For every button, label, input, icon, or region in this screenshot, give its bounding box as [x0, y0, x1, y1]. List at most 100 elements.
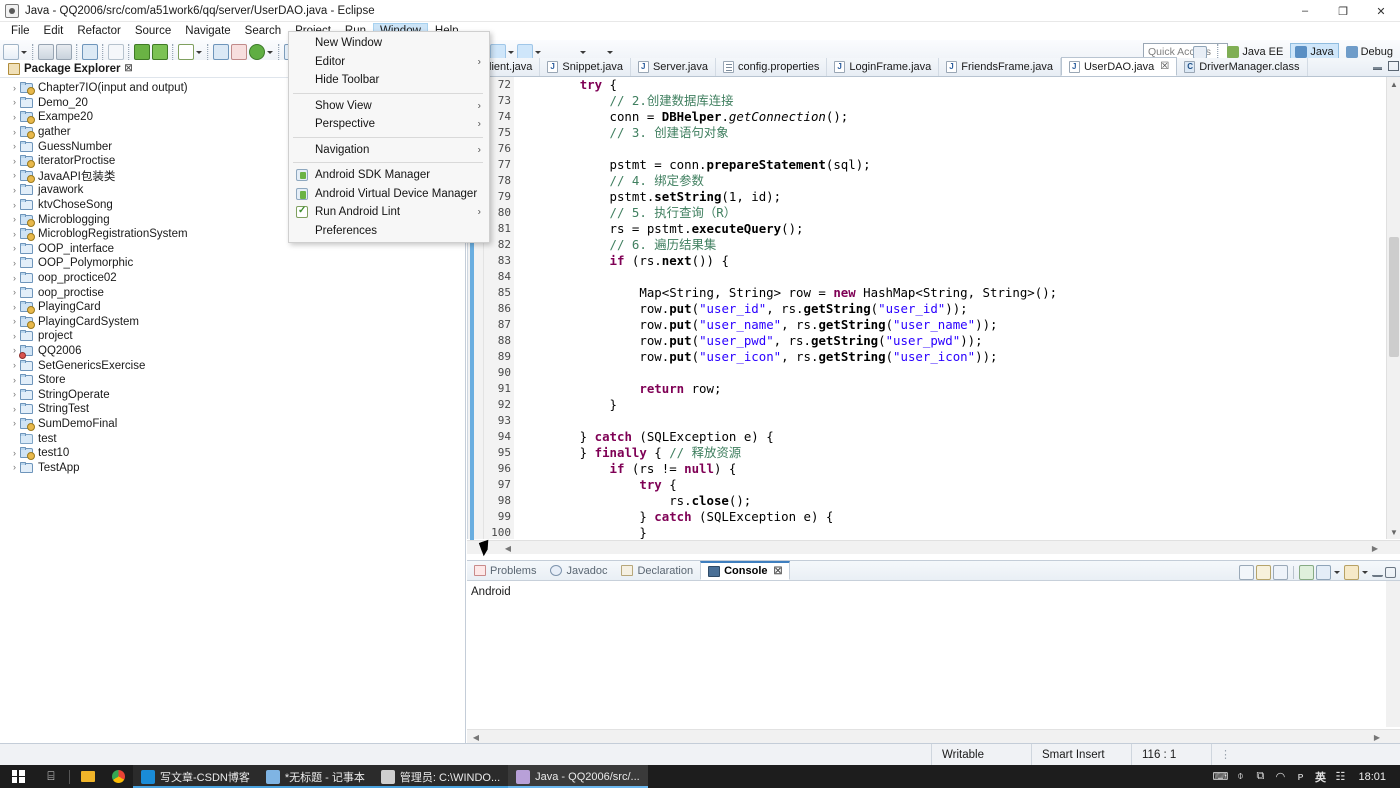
code-line[interactable]: row.put("user_name", rs.getString("user_… — [520, 317, 1386, 333]
console-scroll-right-icon[interactable]: ▶ — [1370, 730, 1384, 744]
code-line[interactable]: pstmt.setString(1, id); — [520, 189, 1386, 205]
tree-item[interactable]: ›QQ2006 — [0, 344, 465, 359]
editor-vertical-scrollbar[interactable]: ▲ ▼ — [1386, 77, 1400, 539]
expand-arrow-icon[interactable]: › — [9, 215, 20, 224]
code-line[interactable]: Map<String, String> row = new HashMap<St… — [520, 285, 1386, 301]
menu-edit[interactable]: Edit — [37, 23, 71, 39]
editor-tab[interactable]: Snippet.java — [540, 58, 631, 76]
clear-console-icon[interactable] — [1239, 565, 1254, 580]
expand-arrow-icon[interactable]: › — [9, 186, 20, 195]
code-line[interactable] — [520, 141, 1386, 157]
code-line[interactable]: row.put("user_id", rs.getString("user_id… — [520, 301, 1386, 317]
expand-arrow-icon[interactable]: › — [9, 419, 20, 428]
display-console-dropdown-icon[interactable] — [1333, 564, 1342, 580]
pin-console-icon[interactable] — [1299, 565, 1314, 580]
copy-icon[interactable]: ⧉ — [1250, 765, 1270, 788]
tree-item[interactable]: ›OOP_Polymorphic — [0, 256, 465, 271]
window-menu-dropdown[interactable]: New WindowEditor›Hide ToolbarShow View›P… — [288, 31, 490, 243]
scroll-right-icon[interactable]: ▶ — [1368, 541, 1382, 555]
code-line[interactable]: // 2.创建数据库连接 — [520, 93, 1386, 109]
tree-item[interactable]: ›SumDemoFinal — [0, 417, 465, 432]
code-line[interactable]: // 3. 创建语句对象 — [520, 125, 1386, 141]
expand-arrow-icon[interactable]: › — [9, 317, 20, 326]
save-icon[interactable] — [38, 44, 54, 60]
expand-arrow-icon[interactable]: › — [9, 303, 20, 312]
taskbar-clock[interactable]: 18:01 — [1350, 771, 1394, 783]
menu-item-android-sdk-manager[interactable]: Android SDK Manager — [289, 166, 489, 185]
tree-item[interactable]: ›SetGenericsExercise — [0, 358, 465, 373]
tree-item[interactable]: ›test10 — [0, 446, 465, 461]
minimize-editor-icon[interactable] — [1372, 60, 1383, 71]
tree-item[interactable]: ›TestApp — [0, 460, 465, 475]
tree-item[interactable]: ›oop_proctise — [0, 285, 465, 300]
menu-item-perspective[interactable]: Perspective› — [289, 115, 489, 134]
code-line[interactable]: // 4. 绑定参数 — [520, 173, 1386, 189]
tree-item[interactable]: ›PlayingCard — [0, 300, 465, 315]
close-console-tab-icon[interactable]: ☒ — [774, 566, 783, 577]
menu-navigate[interactable]: Navigate — [178, 23, 237, 39]
editor-tab[interactable]: UserDAO.java☒ — [1061, 57, 1177, 76]
maximize-editor-icon[interactable] — [1387, 60, 1398, 71]
taskbar-app[interactable]: Java - QQ2006/src/... — [508, 765, 648, 788]
editor-tab[interactable]: LoginFrame.java — [827, 58, 939, 76]
code-line[interactable]: rs.close(); — [520, 493, 1386, 509]
run-icon[interactable] — [249, 44, 265, 60]
expand-arrow-icon[interactable]: › — [9, 405, 20, 414]
maximize-button[interactable]: ❐ — [1324, 0, 1362, 22]
expand-arrow-icon[interactable]: › — [9, 201, 20, 210]
lock-scroll-icon[interactable] — [1256, 565, 1271, 580]
expand-arrow-icon[interactable]: › — [9, 157, 20, 166]
code-line[interactable]: return row; — [520, 381, 1386, 397]
expand-arrow-icon[interactable]: › — [9, 390, 20, 399]
close-tab-icon[interactable]: ☒ — [1160, 61, 1169, 72]
wifi-icon[interactable]: ◠ — [1270, 765, 1290, 788]
code-editor[interactable]: ›››› 72737475767778798081828384858687888… — [467, 77, 1400, 539]
expand-arrow-icon[interactable]: › — [9, 98, 20, 107]
scroll-left-icon[interactable]: ◀ — [501, 541, 515, 555]
expand-arrow-icon[interactable]: › — [9, 332, 20, 341]
code-line[interactable]: // 6. 遍历结果集 — [520, 237, 1386, 253]
code-line[interactable]: if (rs.next()) { — [520, 253, 1386, 269]
code-line[interactable]: conn = DBHelper.getConnection(); — [520, 109, 1386, 125]
expand-arrow-icon[interactable]: › — [9, 84, 20, 93]
maximize-console-icon[interactable] — [1385, 567, 1396, 578]
menu-item-preferences[interactable]: Preferences — [289, 222, 489, 241]
close-icon[interactable]: ☒ — [125, 63, 133, 74]
scroll-up-icon[interactable]: ▲ — [1387, 77, 1400, 91]
tree-item[interactable]: test — [0, 431, 465, 446]
console-scroll-left-icon[interactable]: ◀ — [469, 730, 483, 744]
code-line[interactable]: pstmt = conn.prepareStatement(sql); — [520, 157, 1386, 173]
expand-arrow-icon[interactable]: › — [9, 244, 20, 253]
minimize-console-icon[interactable] — [1372, 568, 1383, 577]
menu-file[interactable]: File — [4, 23, 37, 39]
volume-icon[interactable]: ᴘ — [1290, 765, 1310, 788]
minimize-button[interactable]: – — [1286, 0, 1324, 22]
code-line[interactable]: } — [520, 525, 1386, 539]
taskbar-app[interactable]: 管理员: C:\WINDO... — [373, 765, 508, 788]
toggle-markers-icon[interactable] — [108, 44, 124, 60]
cloud-icon[interactable]: ⌽ — [1230, 765, 1250, 788]
editor-tab[interactable]: FriendsFrame.java — [939, 58, 1061, 76]
code-line[interactable]: try { — [520, 477, 1386, 493]
lint-icon[interactable] — [178, 44, 194, 60]
menu-refactor[interactable]: Refactor — [70, 23, 127, 39]
code-line[interactable]: row.put("user_pwd", rs.getString("user_p… — [520, 333, 1386, 349]
menu-item-hide-toolbar[interactable]: Hide Toolbar — [289, 71, 489, 90]
tree-item[interactable]: ›StringTest — [0, 402, 465, 417]
code-text[interactable]: try { // 2.创建数据库连接 conn = DBHelper.getCo… — [520, 77, 1386, 539]
tree-item[interactable]: ›Store — [0, 373, 465, 388]
expand-arrow-icon[interactable]: › — [9, 142, 20, 151]
tree-item[interactable]: ›OOP_interface — [0, 242, 465, 257]
menu-item-navigation[interactable]: Navigation› — [289, 141, 489, 160]
console-tab[interactable]: Javadoc — [543, 561, 614, 580]
editor-tab[interactable]: config.properties — [716, 58, 827, 76]
taskbar-app[interactable]: *无标题 - 记事本 — [258, 765, 373, 788]
code-line[interactable] — [520, 413, 1386, 429]
keyboard-icon[interactable]: ⌨ — [1210, 765, 1230, 788]
scroll-down-icon[interactable]: ▼ — [1387, 525, 1400, 539]
task-view-icon[interactable]: ⌸ — [36, 765, 66, 788]
console-horizontal-scrollbar[interactable]: ◀ ▶ — [467, 729, 1400, 743]
expand-arrow-icon[interactable]: › — [9, 361, 20, 370]
expand-arrow-icon[interactable]: › — [9, 128, 20, 137]
editor-horizontal-scrollbar[interactable]: ◀ ▶ — [467, 540, 1400, 554]
